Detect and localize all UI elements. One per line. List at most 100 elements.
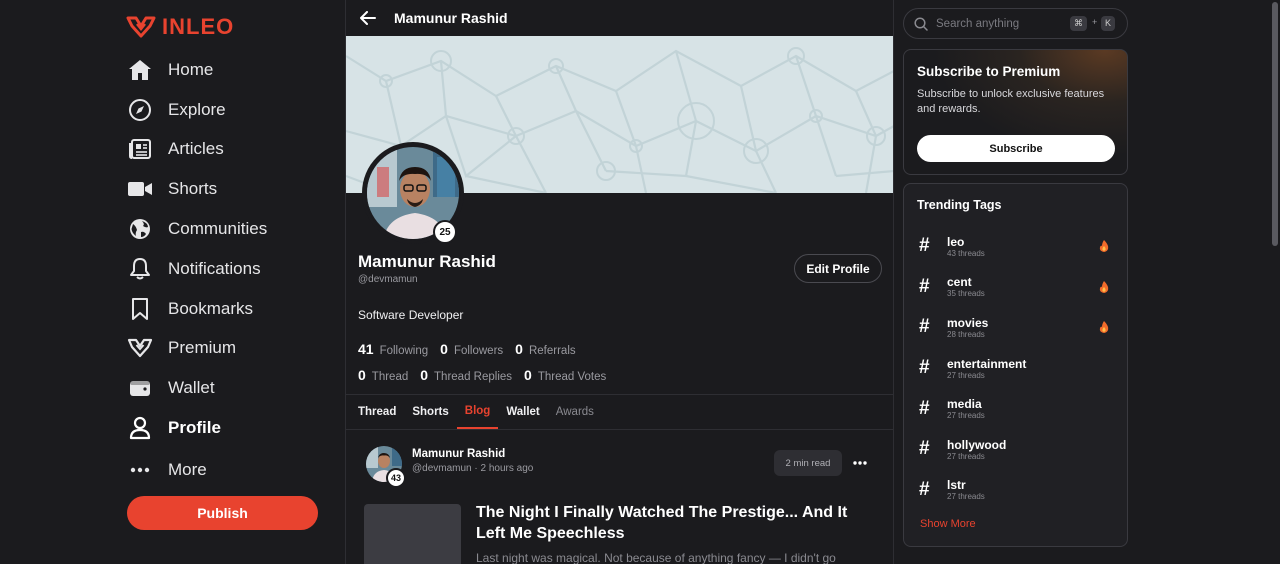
stat-label: Thread Votes: [537, 371, 607, 383]
sidebar-item-shorts[interactable]: Shorts: [126, 169, 326, 209]
premium-card: Subscribe to Premium Subscribe to unlock…: [903, 49, 1128, 175]
post-author-handle[interactable]: @devmamun: [412, 463, 472, 474]
hashtag-icon: #: [919, 275, 930, 297]
tag-thread-count: 43 threads: [947, 248, 985, 258]
edit-profile-button[interactable]: Edit Profile: [794, 254, 882, 283]
trending-tag-movies[interactable]: # movies 28 threads: [917, 307, 1114, 348]
bookmark-icon: [126, 295, 154, 323]
search-input[interactable]: [936, 17, 1056, 30]
profile-avatar-wrap[interactable]: 25: [362, 142, 464, 244]
post-title[interactable]: The Night I Finally Watched The Prestige…: [476, 502, 876, 544]
level-badge: 25: [433, 220, 457, 244]
trending-tag-lstr[interactable]: # lstr 27 threads: [917, 470, 1114, 511]
profile-tabs: Thread Shorts Blog Wallet Awards: [346, 394, 893, 430]
sidebar-item-notifications[interactable]: Notifications: [126, 249, 326, 289]
tab-thread[interactable]: Thread: [358, 395, 404, 429]
sidebar-item-wallet[interactable]: Wallet: [126, 368, 326, 408]
page-title: Mamunur Rashid: [394, 10, 508, 26]
sidebar-item-articles[interactable]: Articles: [126, 130, 326, 170]
post-thumbnail[interactable]: [364, 504, 461, 564]
home-icon: [126, 56, 154, 84]
sidebar-item-label: Notifications: [168, 258, 261, 278]
publish-button[interactable]: Publish: [127, 496, 318, 530]
trending-tag-media[interactable]: # media 27 threads: [917, 388, 1114, 429]
hashtag-icon: #: [919, 357, 930, 379]
stat-number: 0: [515, 341, 523, 357]
scrollbar-thumb[interactable]: [1272, 2, 1278, 246]
tag-name: leo: [947, 234, 965, 249]
stat-referrals[interactable]: 0 Referrals: [515, 341, 575, 357]
stat-label: Following: [379, 345, 429, 357]
profile-bio: Software Developer: [358, 308, 464, 322]
stat-label: Referrals: [528, 345, 576, 357]
stats-row-follow: 41 Following 0 Followers 0 Referrals: [358, 341, 576, 357]
sidebar-item-more[interactable]: More: [126, 450, 326, 490]
sidebar-item-label: Wallet: [168, 378, 215, 398]
stat-label: Followers: [453, 345, 504, 357]
logo-text: INLEO: [162, 14, 235, 39]
stat-number: 0: [358, 367, 366, 383]
subscribe-button[interactable]: Subscribe: [917, 135, 1115, 162]
trending-tag-entertainment[interactable]: # entertainment 27 threads: [917, 348, 1114, 389]
wallet-icon: [126, 374, 154, 402]
page-scrollbar[interactable]: [1270, 0, 1280, 564]
post-more-options-icon[interactable]: [850, 452, 870, 474]
tab-wallet[interactable]: Wallet: [498, 395, 547, 429]
trending-tag-leo[interactable]: # leo 43 threads: [917, 226, 1114, 267]
sidebar-item-label: Home: [168, 59, 214, 79]
post-level-badge: 43: [386, 468, 406, 488]
tab-awards[interactable]: Awards: [548, 395, 602, 429]
tag-list: # leo 43 threads # cent 35 threads # movies 28 t…: [917, 226, 1114, 510]
fire-icon: [1098, 280, 1110, 299]
stat-number: 41: [358, 341, 374, 357]
post-excerpt: Last night was magical. Not because of a…: [476, 551, 836, 564]
show-more-link[interactable]: Show More: [920, 518, 976, 530]
trending-tag-hollywood[interactable]: # hollywood 27 threads: [917, 429, 1114, 470]
hashtag-icon: #: [919, 235, 930, 257]
main-column: Mamunur Rashid 25 Mamunur Rashid @devmam…: [346, 0, 894, 564]
sidebar-item-communities[interactable]: Communities: [126, 209, 326, 249]
tag-thread-count: 27 threads: [947, 451, 985, 461]
tab-blog[interactable]: Blog: [456, 395, 499, 429]
stats-row-threads: 0 Thread 0 Thread Replies 0 Thread Votes: [358, 367, 606, 383]
shortcut-key-k: K: [1101, 16, 1116, 31]
back-arrow-icon[interactable]: [360, 11, 376, 25]
tab-shorts[interactable]: Shorts: [404, 395, 456, 429]
hashtag-icon: #: [919, 438, 930, 460]
left-sidebar: INLEO Home Explore Articles Shorts Commu…: [0, 0, 346, 564]
sidebar-item-bookmarks[interactable]: Bookmarks: [126, 289, 326, 329]
sidebar-item-premium[interactable]: Premium: [126, 329, 326, 369]
stat-following[interactable]: 41 Following: [358, 341, 428, 357]
logo[interactable]: INLEO: [126, 14, 234, 40]
video-icon: [126, 175, 154, 203]
hashtag-icon: #: [919, 316, 930, 338]
stat-number: 0: [524, 367, 532, 383]
search-bar[interactable]: ⌘ + K: [903, 8, 1128, 39]
sidebar-item-label: Explore: [168, 99, 226, 119]
trending-tag-cent[interactable]: # cent 35 threads: [917, 267, 1114, 308]
sidebar-nav: Home Explore Articles Shorts Communities…: [126, 50, 326, 490]
shortcut-key-cmd: ⌘: [1070, 16, 1087, 31]
inleo-logo-icon: [126, 16, 156, 38]
stat-label: Thread: [371, 371, 409, 383]
tag-name: hollywood: [947, 437, 1007, 452]
shortcut-plus: +: [1092, 17, 1098, 27]
sidebar-item-explore[interactable]: Explore: [126, 90, 326, 130]
sidebar-item-home[interactable]: Home: [126, 50, 326, 90]
tag-thread-count: 27 threads: [947, 411, 985, 421]
read-time-badge: 2 min read: [774, 450, 842, 476]
tag-thread-count: 35 threads: [947, 289, 985, 299]
premium-description: Subscribe to unlock exclusive features a…: [917, 88, 1105, 115]
sidebar-item-profile[interactable]: Profile: [126, 408, 326, 448]
tag-thread-count: 28 threads: [947, 329, 985, 339]
stat-label: Thread Replies: [434, 371, 513, 383]
sidebar-item-label: More: [168, 459, 207, 479]
sidebar-item-label: Articles: [168, 139, 224, 159]
compass-icon: [126, 96, 154, 124]
profile-name: Mamunur Rashid: [358, 252, 496, 271]
bell-icon: [126, 255, 154, 283]
tag-thread-count: 27 threads: [947, 370, 985, 380]
hashtag-icon: #: [919, 397, 930, 419]
post-author-name[interactable]: Mamunur Rashid: [412, 448, 505, 460]
stat-followers[interactable]: 0 Followers: [440, 341, 503, 357]
